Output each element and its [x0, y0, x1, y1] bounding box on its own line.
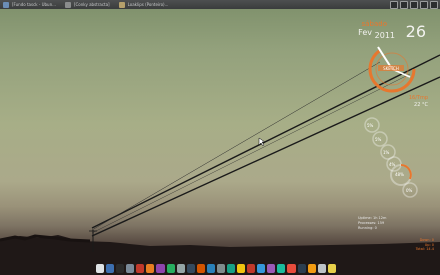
net-total: Total: 14.4 — [415, 247, 434, 251]
editor-icon[interactable] — [186, 263, 195, 273]
task-1[interactable]: [Fundo tasck - Ubun... — [3, 0, 56, 9]
trash-icon[interactable] — [216, 263, 226, 273]
mail-icon[interactable] — [410, 1, 418, 9]
running: Running: 0 — [358, 226, 377, 230]
task-3-label: Loaklips (Ponteiro)... — [127, 2, 169, 7]
month: Fev — [358, 28, 372, 37]
chat-icon[interactable] — [156, 263, 165, 273]
task-3[interactable]: Loaklips (Ponteiro)... — [118, 0, 169, 9]
app-icon[interactable] — [297, 263, 306, 273]
task-2-label: [Conky abstracta] — [73, 2, 110, 7]
network-icon[interactable] — [206, 263, 215, 273]
app-icon[interactable] — [257, 263, 266, 273]
power-icon[interactable] — [430, 1, 438, 9]
browser-icon[interactable] — [106, 263, 115, 273]
clock-label: SKETCH — [383, 66, 399, 71]
desktop-background: [Fundo tasck - Ubun... [Conky abstracta]… — [0, 0, 440, 275]
window-icon — [118, 1, 125, 8]
dock — [96, 262, 336, 274]
app-icon[interactable] — [247, 263, 256, 273]
music-icon[interactable] — [146, 263, 155, 273]
app-icon[interactable] — [227, 263, 236, 273]
files-icon[interactable] — [126, 263, 135, 273]
gauge-5-label: 48% — [395, 172, 404, 177]
home-icon[interactable] — [96, 263, 105, 273]
day-name: sábado — [361, 20, 387, 28]
battery-icon[interactable] — [420, 1, 428, 9]
system-info: Uptime: 1h 12m Processes: 159 Running: 0 — [358, 216, 386, 231]
temperature-label: 16/Tmp — [408, 95, 428, 101]
network-icon[interactable] — [390, 1, 398, 9]
analog-clock: SKETCH — [368, 45, 416, 93]
day-number: 26 — [405, 22, 426, 41]
gauge-1-label: 5% — [367, 123, 374, 128]
window-icon — [3, 1, 9, 8]
app-icon[interactable] — [267, 263, 276, 273]
network-info: Down: 0 Up: 0 Total: 14.4 — [416, 238, 434, 252]
app-icon[interactable] — [317, 263, 326, 273]
gauge-6-label: 0% — [406, 188, 413, 193]
volume-icon[interactable] — [400, 1, 408, 9]
app-icon[interactable] — [307, 263, 316, 273]
settings-icon[interactable] — [176, 263, 185, 273]
calendar-icon[interactable] — [196, 263, 205, 273]
app-icon[interactable] — [237, 263, 246, 273]
app-icon[interactable] — [327, 263, 336, 273]
photos-icon[interactable] — [166, 263, 175, 273]
mouse-pointer-icon — [258, 137, 266, 146]
window-icon — [64, 1, 71, 8]
task-1-label: [Fundo tasck - Ubun... — [12, 2, 56, 7]
app-icon[interactable] — [287, 263, 296, 273]
system-tray — [390, 1, 438, 9]
year: 2011 — [374, 31, 395, 40]
app-icon[interactable] — [277, 263, 286, 273]
mail-icon[interactable] — [136, 263, 145, 273]
terminal-icon[interactable] — [116, 263, 125, 273]
temperature-value: 22 °C — [414, 102, 428, 108]
task-2[interactable]: [Conky abstracta] — [64, 0, 110, 9]
top-taskbar: [Fundo tasck - Ubun... [Conky abstracta]… — [0, 0, 440, 9]
